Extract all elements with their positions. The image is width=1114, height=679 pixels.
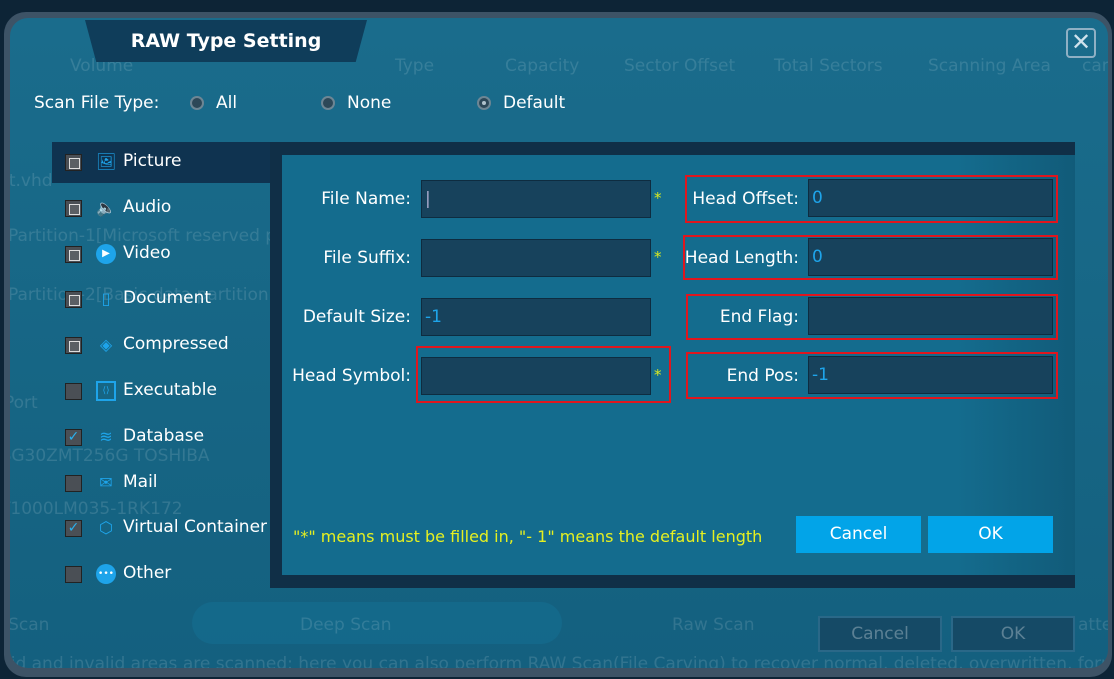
file-suffix-input[interactable] bbox=[421, 239, 651, 277]
checkbox[interactable] bbox=[65, 337, 82, 355]
head-offset-label: Head Offset: bbox=[692, 189, 799, 209]
bg-cancel-button: Cancel bbox=[818, 616, 942, 652]
category-label: Picture bbox=[123, 151, 182, 171]
category-video[interactable]: ▶ Video bbox=[52, 234, 270, 275]
close-icon[interactable]: ✕ bbox=[1066, 28, 1096, 58]
bg-scan-mode: Raw Scan bbox=[672, 615, 755, 635]
category-executable[interactable]: ⟨⟩ Executable bbox=[52, 371, 270, 412]
checkbox[interactable] bbox=[65, 474, 82, 492]
default-size-input[interactable]: -1 bbox=[421, 298, 651, 336]
category-database[interactable]: ✓ ≋ Database bbox=[52, 417, 270, 458]
title-tab: RAW Type Setting bbox=[85, 20, 367, 62]
dialog-title: RAW Type Setting bbox=[130, 30, 322, 52]
category-label: Document bbox=[123, 288, 212, 309]
bg-header: Sector Offset bbox=[624, 56, 736, 76]
head-length-label: Head Length: bbox=[684, 248, 799, 268]
bg-scan-mode: atter bbox=[1078, 615, 1108, 635]
category-mail[interactable]: ✉ Mail bbox=[52, 463, 270, 504]
category-label: Video bbox=[123, 242, 171, 263]
category-label: Virtual Container bbox=[123, 517, 268, 538]
radio-label: None bbox=[347, 93, 392, 113]
checkbox[interactable] bbox=[65, 245, 82, 263]
cancel-button[interactable]: Cancel bbox=[796, 516, 921, 553]
checkbox[interactable] bbox=[65, 566, 82, 584]
file-name-label: File Name: bbox=[321, 189, 411, 209]
category-compressed[interactable]: ◈ Compressed bbox=[52, 325, 270, 366]
radio-label: All bbox=[216, 93, 238, 113]
file-name-input[interactable]: | bbox=[421, 180, 651, 218]
category-label: Other bbox=[123, 563, 172, 584]
bg-header: Capacity bbox=[505, 56, 580, 76]
end-flag-input[interactable] bbox=[808, 297, 1053, 335]
ok-button[interactable]: OK bbox=[928, 516, 1053, 553]
end-pos-label: End Pos: bbox=[726, 366, 799, 386]
category-label: Executable bbox=[123, 380, 217, 400]
more-icon: ••• bbox=[96, 564, 116, 585]
default-size-label: Default Size: bbox=[302, 307, 411, 327]
head-symbol-input[interactable] bbox=[421, 357, 651, 395]
bg-ok-button: OK bbox=[951, 616, 1075, 652]
bg-header: Scanning Area bbox=[928, 56, 1051, 76]
checkbox[interactable] bbox=[65, 383, 82, 400]
scan-file-type-label: Scan File Type: bbox=[34, 93, 160, 113]
play-icon: ▶ bbox=[96, 243, 116, 264]
checkbox[interactable]: ✓ bbox=[65, 520, 82, 538]
bg-scan-mode: t Scan bbox=[10, 615, 50, 635]
radio-icon[interactable] bbox=[477, 96, 491, 110]
category-label: Audio bbox=[123, 196, 172, 217]
file-suffix-label: File Suffix: bbox=[323, 248, 411, 268]
bg-footer-text: lid and invalid areas are scanned; here … bbox=[10, 654, 1108, 668]
category-label: Database bbox=[123, 425, 205, 446]
head-symbol-label: Head Symbol: bbox=[292, 366, 411, 386]
bg-header: Total Sectors bbox=[774, 56, 883, 76]
checkbox[interactable] bbox=[65, 154, 82, 171]
bg-row: st.vhd bbox=[10, 171, 53, 191]
container-icon: ⬡ bbox=[99, 518, 113, 538]
bg-scan-mode: Deep Scan bbox=[300, 615, 392, 635]
category-picture[interactable]: 🖼 Picture bbox=[52, 142, 270, 183]
code-icon: ⟨⟩ bbox=[96, 381, 116, 401]
layers-icon: ◈ bbox=[99, 335, 113, 355]
image-icon: 🖼 bbox=[96, 152, 117, 171]
raw-type-setting-dialog: Volume Type Capacity Sector Offset Total… bbox=[10, 18, 1108, 668]
category-audio[interactable]: 🔈 Audio bbox=[52, 188, 270, 229]
speaker-icon: 🔈 bbox=[96, 197, 116, 217]
radio-icon[interactable] bbox=[321, 96, 335, 110]
mail-icon: ✉ bbox=[99, 472, 113, 492]
end-flag-label: End Flag: bbox=[719, 307, 799, 327]
end-pos-input[interactable]: -1 bbox=[808, 356, 1053, 394]
required-note: "*" means must be filled in, "- 1" means… bbox=[293, 527, 763, 546]
database-icon: ≋ bbox=[99, 426, 113, 446]
bg-header: Type bbox=[395, 56, 435, 76]
category-document[interactable]: ▯ Document bbox=[52, 279, 270, 320]
document-icon: ▯ bbox=[101, 289, 111, 309]
radio-icon[interactable] bbox=[190, 96, 204, 110]
category-other[interactable]: ••• Other bbox=[52, 554, 270, 595]
radio-label: Default bbox=[503, 93, 566, 113]
head-length-input[interactable]: 0 bbox=[808, 238, 1053, 276]
bg-header: can bbox=[1082, 56, 1108, 76]
checkbox[interactable] bbox=[65, 199, 82, 217]
checkbox[interactable] bbox=[65, 291, 82, 309]
head-offset-input[interactable]: 0 bbox=[808, 179, 1053, 217]
category-label: Mail bbox=[123, 471, 158, 492]
checkbox[interactable]: ✓ bbox=[65, 428, 82, 446]
category-virtual-container[interactable]: ✓ ⬡ Virtual Container bbox=[52, 508, 270, 549]
category-label: Compressed bbox=[123, 334, 229, 355]
bg-row: Port bbox=[10, 393, 38, 413]
